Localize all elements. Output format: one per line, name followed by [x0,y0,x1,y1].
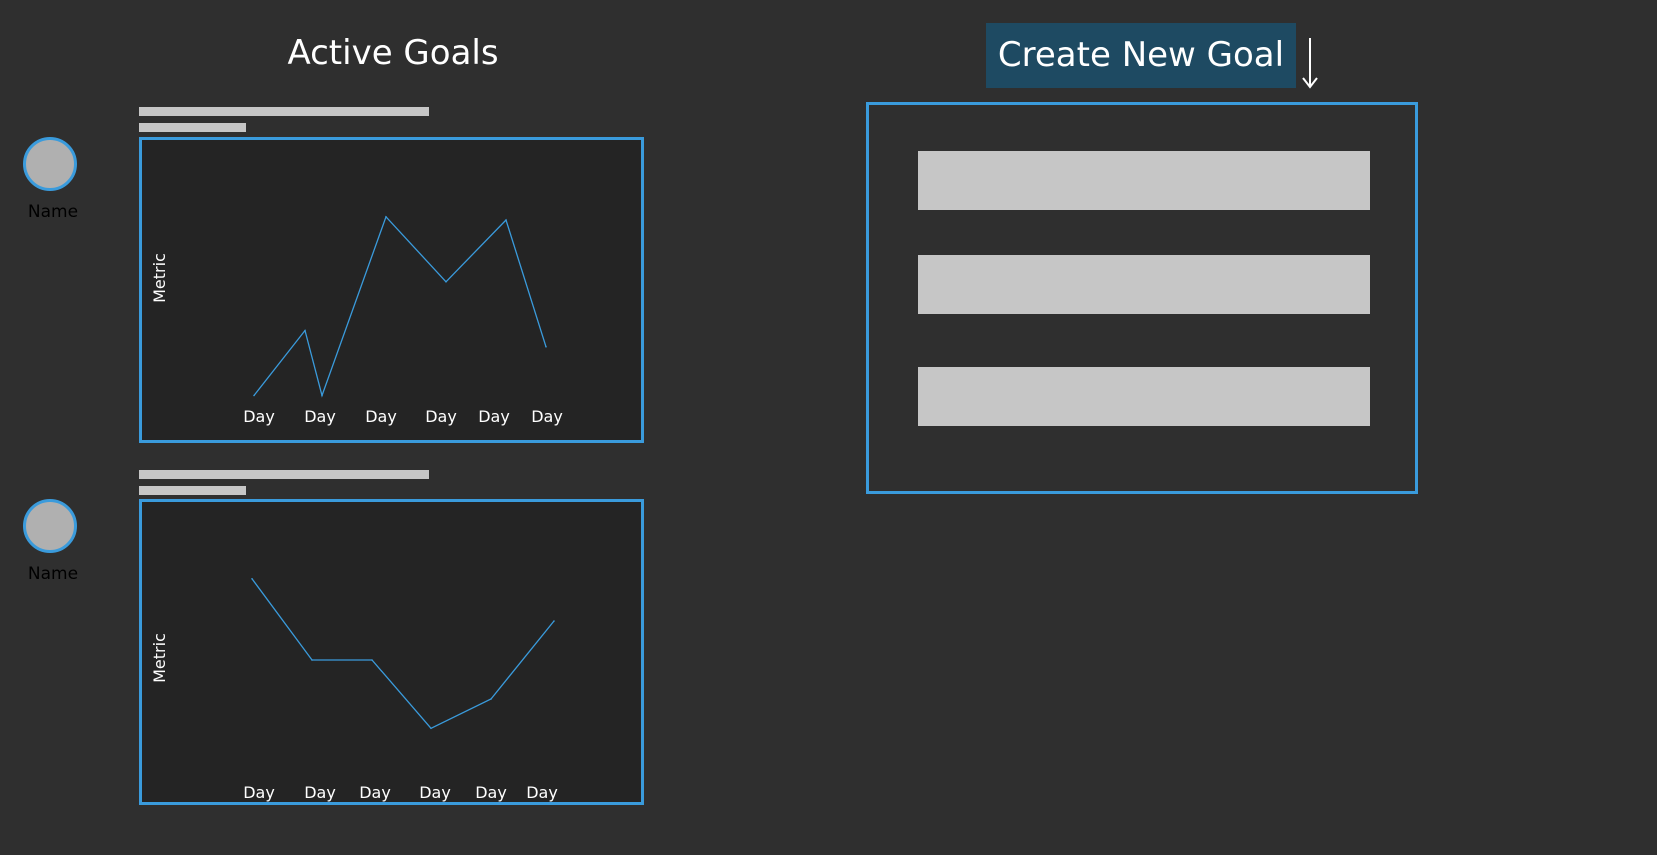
x-tick-label: Day [243,783,275,802]
avatar-name: Name [27,564,79,584]
goal-title-placeholder [139,470,429,479]
x-tick-label: Day [425,407,457,426]
arrow-down-icon [1302,38,1318,89]
series-line [251,578,555,730]
x-tick-label: Day [526,783,558,802]
create-goal-button[interactable]: Create New Goal [986,23,1296,88]
data-point [430,727,432,730]
data-point [553,620,555,622]
goal-subtitle-placeholder [139,486,246,495]
data-point [311,659,313,661]
data-point [251,578,253,580]
goal-form-field[interactable] [918,255,1370,314]
x-tick-label: Day [365,407,397,426]
goal-card: Name Metric Day Day Day Day Day Day [0,0,660,805]
x-tick-label: Day [243,407,275,426]
y-axis-label: Metric [150,633,169,683]
data-point [321,394,323,397]
data-point [371,659,373,661]
x-tick-label: Day [531,407,563,426]
x-tick-label: Day [419,783,451,802]
x-tick-label: Day [304,407,336,426]
goal-form-field[interactable] [918,151,1370,210]
data-point [490,698,492,700]
data-point [253,394,255,397]
x-tick-label: Day [475,783,507,802]
goal-chart: Metric Day Day Day Day Day Day [139,499,644,805]
avatar[interactable] [23,499,77,553]
x-tick-label: Day [304,783,336,802]
goal-form-field[interactable] [918,367,1370,426]
goal-chart-svg: Metric Day Day Day Day Day Day [150,578,558,802]
data-point [545,346,547,348]
x-tick-label: Day [359,783,391,802]
x-tick-label: Day [478,407,510,426]
create-goal-form [866,102,1418,494]
